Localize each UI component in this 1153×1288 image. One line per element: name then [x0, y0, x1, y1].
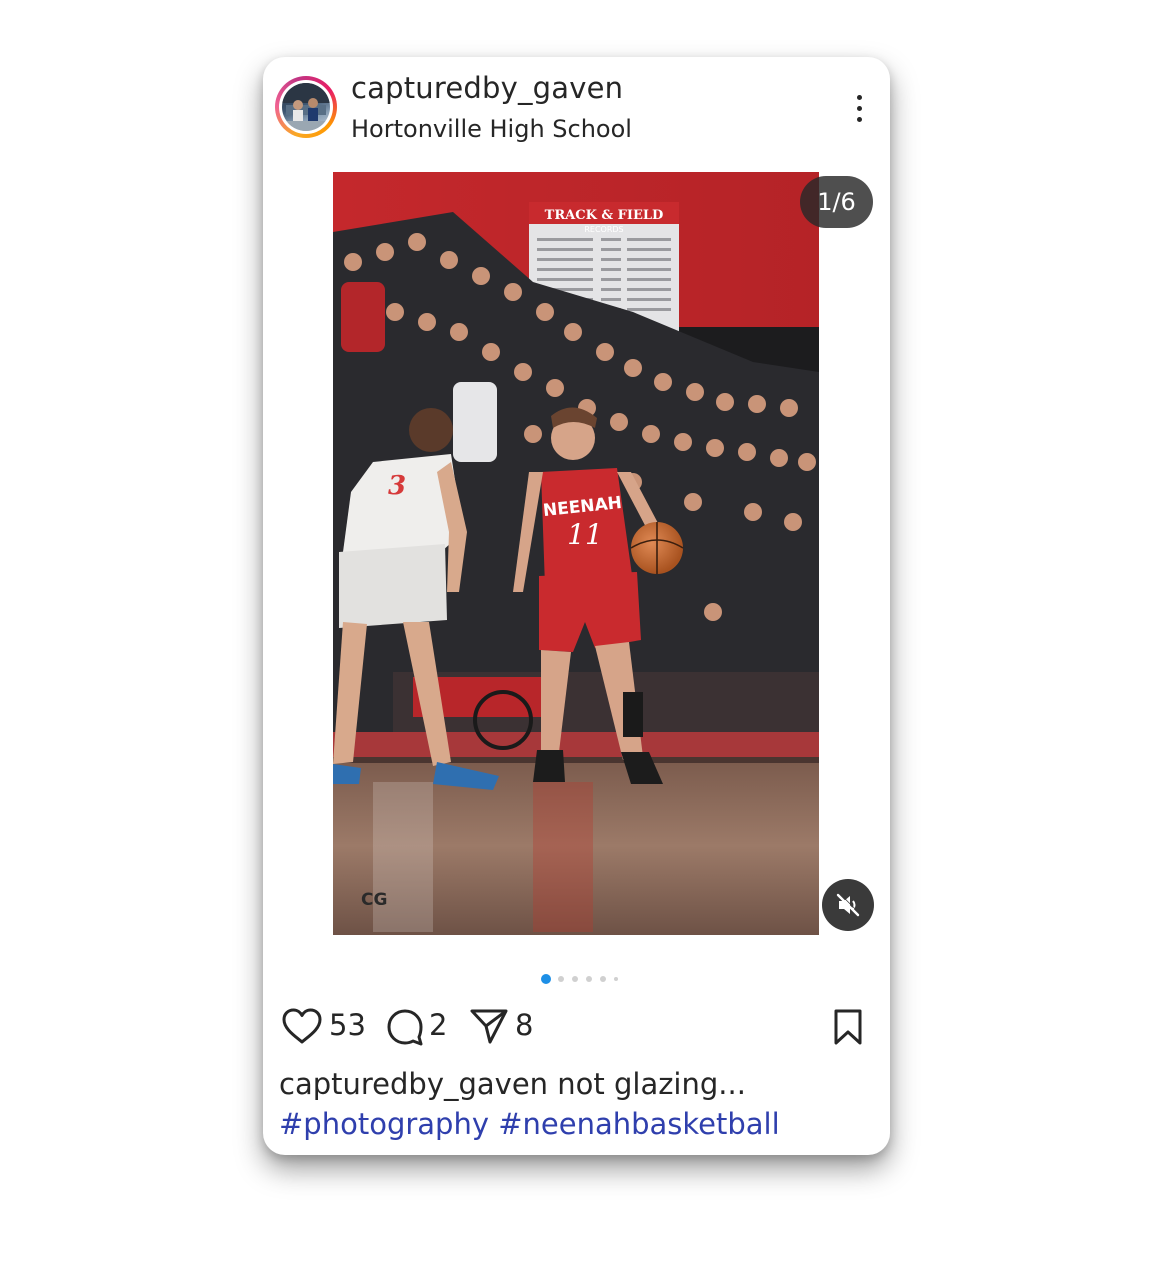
defender-number: 3	[388, 471, 406, 501]
carousel-dot	[600, 976, 606, 982]
like-count: 53	[329, 1008, 366, 1042]
comment-count: 2	[429, 1008, 448, 1042]
hashtag-link[interactable]: #photography	[279, 1107, 489, 1141]
post-username[interactable]: capturedby_gaven	[351, 71, 623, 105]
carousel-counter: 1/6	[800, 176, 873, 228]
banner-text: TRACK & FIELD	[545, 208, 664, 223]
photo-watermark: CG	[361, 890, 387, 910]
post-card: capturedby_gaven Hortonville High School	[263, 57, 890, 1155]
share-icon	[470, 1009, 508, 1044]
carousel-dot-active	[541, 974, 551, 984]
post-media[interactable]: TRACK & FIELD RECORDS 3 NEENAH 11 CG	[333, 172, 819, 935]
post-location[interactable]: Hortonville High School	[351, 115, 632, 143]
post-caption: capturedby_gaven not glazing... #photogr…	[279, 1064, 879, 1144]
bookmark-icon	[834, 1009, 862, 1045]
comment-button[interactable]: 2	[385, 1005, 451, 1047]
carousel-dot	[586, 976, 592, 982]
more-vertical-icon	[847, 95, 871, 122]
jersey-number: 11	[567, 518, 603, 551]
share-button[interactable]: 8	[469, 1005, 535, 1047]
carousel-indicator	[541, 974, 631, 984]
caption-text: not glazing...	[557, 1067, 746, 1101]
carousel-dot	[614, 977, 618, 981]
comment-icon	[387, 1009, 423, 1046]
more-options-button[interactable]	[847, 95, 871, 127]
mute-button[interactable]	[822, 879, 874, 931]
story-ring[interactable]	[275, 76, 337, 138]
save-button[interactable]	[831, 1005, 871, 1047]
avatar[interactable]	[282, 83, 330, 131]
banner-subtext: RECORDS	[584, 225, 623, 234]
heart-icon	[282, 1008, 322, 1044]
mute-icon	[836, 892, 861, 917]
post-actions: 53 2 8	[281, 1005, 881, 1047]
post-photo: TRACK & FIELD RECORDS 3 NEENAH 11 CG	[333, 172, 819, 935]
caption-username[interactable]: capturedby_gaven	[279, 1067, 548, 1101]
caption-hashtags: #photography #neenahbasketball	[279, 1104, 879, 1144]
carousel-dot	[572, 976, 578, 982]
share-count: 8	[515, 1008, 534, 1042]
avatar-image	[282, 83, 330, 131]
carousel-dot	[558, 976, 564, 982]
like-button[interactable]: 53	[281, 1005, 366, 1047]
hashtag-link[interactable]: #neenahbasketball	[498, 1107, 779, 1141]
